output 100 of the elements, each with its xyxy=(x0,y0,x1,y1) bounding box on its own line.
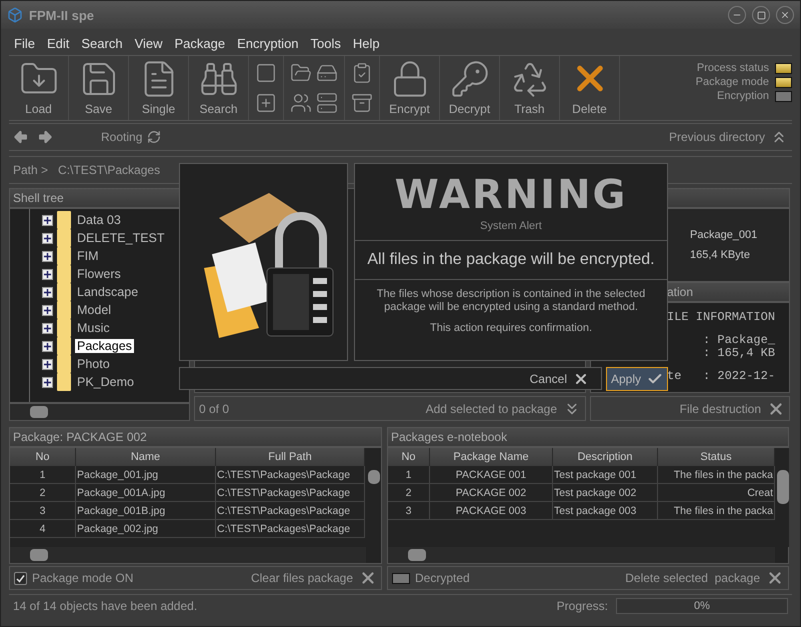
people-icon[interactable] xyxy=(290,92,312,114)
dialog-note: This action requires confirmation. xyxy=(428,321,593,335)
tree-item[interactable]: DELETE_TEST xyxy=(75,231,167,245)
server-icon[interactable] xyxy=(316,92,338,114)
tree-item[interactable]: Model xyxy=(75,303,114,317)
menu-item[interactable]: Search xyxy=(76,36,128,50)
expand-icon[interactable] xyxy=(42,340,53,352)
detail-line: ILE INFORMATION xyxy=(667,311,776,324)
rooting-button[interactable]: Rooting xyxy=(101,130,162,144)
scroll-thumb[interactable] xyxy=(30,549,48,561)
horizontal-scrollbar[interactable] xyxy=(388,547,775,563)
tree-item[interactable]: Photo xyxy=(75,357,112,371)
delete-package-button[interactable]: Delete selected package xyxy=(625,569,784,587)
expand-icon[interactable] xyxy=(42,268,53,280)
expand-icon[interactable] xyxy=(42,214,53,226)
indicator-label: Process status xyxy=(696,62,769,74)
item-count: 0 of 0 xyxy=(199,402,230,416)
horizontal-scrollbar[interactable] xyxy=(9,403,190,421)
column-header[interactable]: Name xyxy=(76,448,216,466)
cancel-button[interactable]: Cancel xyxy=(526,370,593,386)
folder-icon[interactable] xyxy=(290,62,312,84)
expand-icon[interactable] xyxy=(42,232,53,244)
maximize-button[interactable] xyxy=(752,6,770,24)
table-cell: 3 xyxy=(388,502,430,520)
table-cell: PACKAGE 003 xyxy=(430,502,553,520)
menu-item[interactable]: View xyxy=(130,36,168,50)
column-header[interactable]: No xyxy=(388,448,430,466)
close-icon xyxy=(780,10,790,20)
forward-arrow-icon[interactable] xyxy=(37,129,53,145)
table-cell: PACKAGE 002 xyxy=(430,484,553,502)
horizontal-scrollbar[interactable] xyxy=(10,547,366,563)
column-header[interactable]: Description xyxy=(553,448,658,466)
path-label: Path > xyxy=(13,163,48,177)
column-header[interactable]: Full Path xyxy=(216,448,365,466)
menu-item[interactable]: Tools xyxy=(306,36,346,50)
table-cell: C:\TEST\Packages\Package xyxy=(216,466,365,484)
toolbar-button[interactable]: Delete xyxy=(560,56,620,120)
archive-icon[interactable] xyxy=(351,92,373,114)
detail-line: : Package_ xyxy=(702,334,776,347)
scroll-thumb[interactable] xyxy=(408,549,426,561)
toolbar-button[interactable]: Encrypt xyxy=(380,56,440,120)
checkbox-label: Package mode ON xyxy=(32,571,134,585)
column-header[interactable]: Status xyxy=(658,448,775,466)
toolbar-button[interactable]: Single xyxy=(129,56,189,120)
tree-item[interactable]: PK_Demo xyxy=(75,375,136,389)
expand-icon[interactable] xyxy=(42,250,53,262)
toolbar-button[interactable]: Load xyxy=(9,56,69,120)
column-header[interactable]: No xyxy=(10,448,76,466)
detail-line: : 165,4 KB xyxy=(702,347,776,360)
expand-icon[interactable] xyxy=(42,304,53,316)
back-arrow-icon[interactable] xyxy=(13,129,29,145)
table-cell: 4 xyxy=(10,520,76,538)
menu-item[interactable]: Package xyxy=(170,36,230,50)
tree-item[interactable]: Music xyxy=(75,321,112,335)
tree-item[interactable]: Packages xyxy=(75,339,134,353)
close-button[interactable] xyxy=(776,6,794,24)
scroll-thumb[interactable] xyxy=(30,406,48,418)
scroll-thumb[interactable] xyxy=(776,470,788,504)
clear-files-button[interactable]: Clear files package xyxy=(250,569,377,587)
checklist-icon[interactable] xyxy=(351,62,373,84)
toolbar-button[interactable]: Save xyxy=(69,56,129,120)
table-cell: Test package 003 xyxy=(553,502,658,520)
expand-icon[interactable] xyxy=(42,376,53,388)
key-icon xyxy=(450,59,490,99)
previous-directory-button[interactable]: Previous directory xyxy=(668,128,788,146)
drive-icon[interactable] xyxy=(316,62,338,84)
square-icon[interactable] xyxy=(255,62,277,84)
file-destruction-button[interactable]: File destruction xyxy=(680,400,785,418)
expand-icon[interactable] xyxy=(42,358,53,370)
tree-item[interactable]: Data 03 xyxy=(75,213,123,227)
file-name: Package_001 xyxy=(690,229,758,241)
expand-icon[interactable] xyxy=(42,286,53,298)
toolbar-button[interactable]: Decrypt xyxy=(440,56,500,120)
table-cell: C:\TEST\Packages\Package xyxy=(216,484,365,502)
menu-item[interactable]: File xyxy=(9,36,40,50)
tree-item[interactable]: Flowers xyxy=(75,267,123,281)
add-to-package-button[interactable]: Add selected to package xyxy=(426,400,581,418)
progress-text: 0% xyxy=(694,600,710,612)
menu-item[interactable]: Help xyxy=(348,36,385,50)
expand-icon[interactable] xyxy=(42,322,53,334)
plus-icon[interactable] xyxy=(255,92,277,114)
panel-header: Package: PACKAGE 002 xyxy=(9,427,382,447)
table-cell: 1 xyxy=(388,466,430,484)
apply-button[interactable]: Apply xyxy=(606,367,668,391)
tree-item[interactable]: FIM xyxy=(75,249,101,263)
checkbox[interactable] xyxy=(14,572,27,584)
toolbar-button[interactable]: Trash xyxy=(500,56,560,120)
table-cell: Test package 001 xyxy=(553,466,658,484)
menu-item[interactable]: Edit xyxy=(42,36,74,50)
minimize-button[interactable] xyxy=(728,6,746,24)
toolbar-button[interactable]: Search xyxy=(189,56,249,120)
vertical-scrollbar[interactable] xyxy=(775,448,789,547)
table-cell: Package_002.jpg xyxy=(76,520,216,538)
menu-item[interactable]: Encryption xyxy=(232,36,304,50)
indicator-label: Encryption xyxy=(717,90,769,102)
table-cell: 3 xyxy=(10,502,76,520)
table-cell: PACKAGE 001 xyxy=(430,466,553,484)
column-header[interactable]: Package Name xyxy=(430,448,553,466)
scroll-thumb[interactable] xyxy=(368,470,380,484)
tree-item[interactable]: Landscape xyxy=(75,285,140,299)
